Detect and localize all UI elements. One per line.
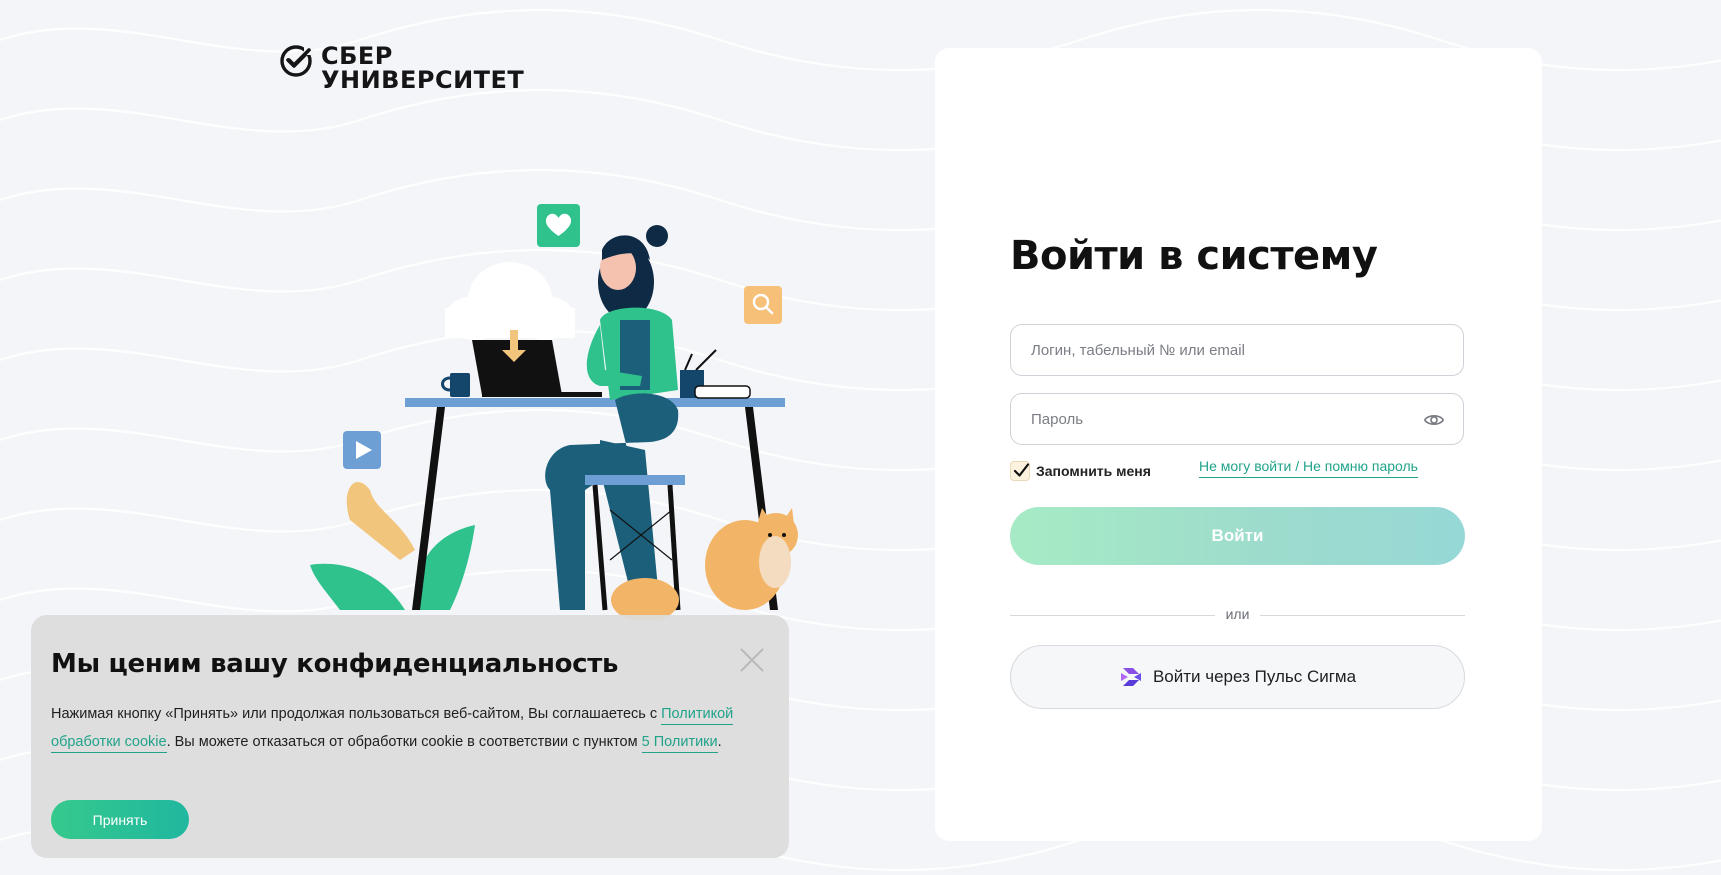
login-title: Войти в систему (1010, 233, 1378, 279)
close-icon[interactable] (737, 645, 767, 675)
cookie-text-part1: Нажимая кнопку «Принять» или продолжая п… (51, 706, 662, 722)
or-label: или (1225, 606, 1250, 622)
password-input[interactable] (1011, 394, 1463, 444)
login-field[interactable] (1010, 324, 1464, 376)
sber-check-icon (280, 45, 313, 77)
cloud-shape (445, 262, 575, 340)
cookie-banner: Мы ценим вашу конфиденциальность Нажимая… (31, 615, 789, 858)
cookie-text: Нажимая кнопку «Принять» или продолжая п… (51, 700, 771, 756)
yarn-ball (611, 578, 679, 620)
laptop (472, 330, 602, 397)
pencil-cup (680, 349, 751, 399)
heart-badge-icon (537, 204, 580, 247)
policy-point-link[interactable]: 5 Политики (641, 734, 718, 753)
play-badge-icon (343, 431, 381, 469)
login-submit-button[interactable]: Войти (1010, 507, 1465, 565)
checkmark-icon (1013, 463, 1030, 477)
or-divider: или (1010, 606, 1465, 626)
sigma-login-button[interactable]: Войти через Пульс Сигма (1010, 645, 1465, 709)
checkbox-box[interactable] (1010, 461, 1030, 481)
login-card: Войти в систему Запомнить меня Не могу в… (935, 48, 1542, 841)
accept-cookies-button[interactable]: Принять (51, 800, 189, 839)
cookie-text-part2: . Вы можете отказаться от обработки cook… (166, 734, 642, 750)
sigma-login-label: Войти через Пульс Сигма (1152, 667, 1357, 686)
woman-figure (545, 225, 679, 610)
password-field[interactable] (1010, 393, 1464, 445)
divider-line-right (1260, 615, 1465, 616)
mug (441, 373, 470, 397)
brand-name: СБЕР УНИВЕРСИТЕТ (321, 44, 524, 92)
cat (705, 508, 798, 610)
eye-icon[interactable] (1423, 409, 1445, 431)
plants (310, 481, 475, 610)
cookie-text-part3: . (717, 734, 722, 750)
remember-me-label: Запомнить меня (1036, 463, 1151, 479)
brand-name-line1: СБЕР (321, 42, 393, 70)
forgot-password-link[interactable]: Не могу войти / Не помню пароль (1199, 458, 1418, 478)
workspace-illustration (310, 204, 798, 620)
remember-me-checkbox[interactable]: Запомнить меня (1010, 461, 1151, 481)
login-input[interactable] (1011, 325, 1463, 375)
sigma-logo-icon (1120, 668, 1141, 686)
brand-logo[interactable]: СБЕР УНИВЕРСИТЕТ (279, 44, 524, 92)
cookie-title: Мы ценим вашу конфиденциальность (51, 649, 619, 679)
search-badge-icon (744, 286, 782, 324)
brand-name-line2: УНИВЕРСИТЕТ (321, 66, 525, 94)
